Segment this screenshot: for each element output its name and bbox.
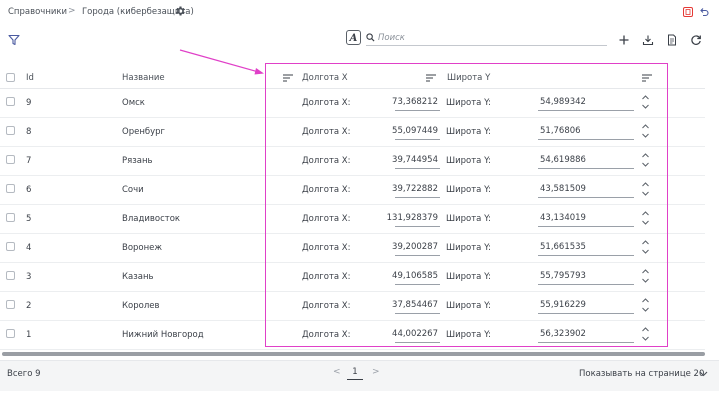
cell-id: 2: [26, 301, 32, 311]
cell-name: Омск: [122, 98, 145, 108]
row-checkbox[interactable]: [6, 97, 15, 106]
cell-name: Казань: [122, 272, 154, 282]
add-icon[interactable]: [618, 34, 630, 46]
row-checkbox[interactable]: [6, 155, 15, 164]
undo-icon[interactable]: [699, 7, 709, 17]
gear-icon[interactable]: [174, 5, 186, 17]
pager-current-page[interactable]: 1: [347, 366, 363, 380]
download-icon[interactable]: [642, 34, 654, 46]
cell-name: Владивосток: [122, 214, 181, 224]
cell-name: Рязань: [122, 156, 153, 166]
export-document-icon[interactable]: [666, 34, 678, 46]
cell-id: 5: [26, 214, 32, 224]
cell-id: 8: [26, 127, 32, 137]
pager-prev-button[interactable]: <: [333, 367, 341, 377]
annotation-arrow: [179, 49, 264, 75]
cell-name: Нижний Новгород: [122, 330, 204, 340]
refresh-icon[interactable]: [690, 34, 702, 46]
select-all-checkbox[interactable]: [6, 73, 15, 82]
row-checkbox[interactable]: [6, 126, 15, 135]
search-input[interactable]: [378, 31, 604, 44]
cell-id: 3: [26, 272, 32, 282]
horizontal-scrollbar[interactable]: [2, 352, 705, 356]
row-checkbox[interactable]: [6, 242, 15, 251]
breadcrumb-separator: >: [68, 6, 76, 16]
pager-next-button[interactable]: >: [372, 367, 380, 377]
page-size-select[interactable]: Показывать на странице 20: [579, 369, 704, 379]
font-settings-button[interactable]: A: [346, 30, 361, 45]
cell-name: Королев: [122, 301, 160, 311]
column-header-id[interactable]: Id: [26, 73, 34, 83]
row-checkbox[interactable]: [6, 300, 15, 309]
footer: Всего 9 < 1 > Показывать на странице 20: [0, 360, 719, 391]
row-checkbox[interactable]: [6, 271, 15, 280]
cell-name: Сочи: [122, 185, 144, 195]
pdf-icon[interactable]: [683, 7, 693, 17]
top-bar: Справочники > Города (кибербезащита): [0, 0, 719, 24]
cell-id: 6: [26, 185, 32, 195]
search-box: [366, 31, 607, 46]
column-header-name[interactable]: Название: [122, 73, 165, 83]
total-count: Всего 9: [7, 369, 41, 379]
breadcrumb-root[interactable]: Справочники: [8, 7, 67, 17]
cell-id: 4: [26, 243, 32, 253]
search-icon: [366, 33, 375, 42]
highlight-frame: [265, 63, 668, 347]
row-checkbox[interactable]: [6, 329, 15, 338]
cell-name: Воронеж: [122, 243, 163, 253]
cell-id: 9: [26, 98, 32, 108]
row-checkbox[interactable]: [6, 184, 15, 193]
cell-id: 1: [26, 330, 32, 340]
cell-id: 7: [26, 156, 32, 166]
cell-name: Оренбург: [122, 127, 166, 137]
row-checkbox[interactable]: [6, 213, 15, 222]
chevron-down-icon[interactable]: [699, 371, 708, 377]
filter-icon[interactable]: [8, 34, 20, 46]
